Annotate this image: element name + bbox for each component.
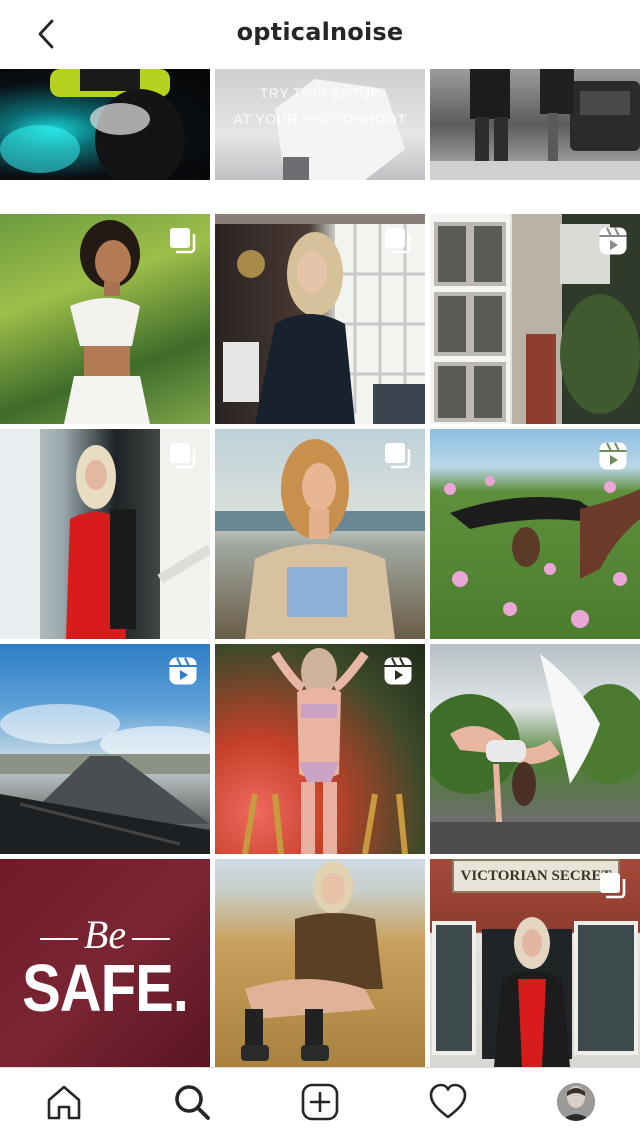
tab-search[interactable] <box>170 1080 214 1124</box>
safe-text: SAFE. <box>22 951 189 1026</box>
grid-tile-smoke-helmet[interactable] <box>0 69 210 180</box>
decorative-line <box>39 937 78 940</box>
search-icon <box>175 1085 210 1120</box>
photo-grid: TRY THIS SETUP AT YOUR PHOTOSHOOT Be SAF… <box>0 69 640 1067</box>
profile-username-title: opticalnoise <box>236 18 404 46</box>
grid-tile-couple-truck[interactable] <box>430 69 640 180</box>
add-post-icon <box>301 1083 339 1121</box>
tab-activity[interactable] <box>426 1080 470 1124</box>
grid-tile-woman-fur-coat[interactable] <box>215 429 425 639</box>
carousel-icon <box>600 873 626 899</box>
reel-icon <box>599 442 627 470</box>
grid-tile-victorian-secret[interactable]: VICTORIAN SECRET <box>430 859 640 1067</box>
grid-tile-road-windshield[interactable] <box>0 644 210 854</box>
carousel-icon <box>385 228 411 254</box>
reel-icon <box>384 657 412 685</box>
grid-tile-woman-doorway[interactable] <box>215 214 425 424</box>
carousel-icon <box>170 228 196 254</box>
setup-text-line2: AT YOUR PHOTOSHOOT <box>233 111 407 127</box>
bottom-tab-bar <box>0 1067 640 1138</box>
grid-tile-woman-white-top[interactable] <box>0 214 210 424</box>
decorative-line <box>132 937 171 940</box>
home-icon <box>47 1085 81 1120</box>
store-sign: VICTORIAN SECRET <box>452 859 620 893</box>
grid-tile-backbend-flowers[interactable] <box>430 429 640 639</box>
reel-icon <box>169 657 197 685</box>
couple-truck-image <box>430 69 640 180</box>
grid-tile-woman-red-dress-mirror[interactable] <box>0 429 210 639</box>
grid-tile-woman-sitting-sand[interactable] <box>215 859 425 1067</box>
top-bar: opticalnoise <box>0 0 640 69</box>
heart-icon <box>429 1083 467 1119</box>
grid-tile-try-setup[interactable]: TRY THIS SETUP AT YOUR PHOTOSHOOT <box>215 69 425 180</box>
grid-tile-window-frame[interactable] <box>430 214 640 424</box>
tab-home[interactable] <box>42 1080 86 1124</box>
smoke-helmet-image <box>0 69 185 180</box>
grid-tile-dancer-leap[interactable] <box>430 644 640 854</box>
carousel-icon <box>170 443 196 469</box>
carousel-icon <box>385 443 411 469</box>
setup-text-line1: TRY THIS SETUP <box>259 85 381 101</box>
reel-icon <box>599 227 627 255</box>
grid-tile-be-safe[interactable]: Be SAFE. <box>0 859 210 1067</box>
dancer-leap-image <box>430 654 640 854</box>
tab-create[interactable] <box>298 1080 342 1124</box>
grid-tile-woman-bikini[interactable] <box>215 644 425 854</box>
woman-sitting-sand-image <box>241 861 383 1061</box>
avatar <box>557 1083 595 1121</box>
tab-profile[interactable] <box>554 1080 598 1124</box>
